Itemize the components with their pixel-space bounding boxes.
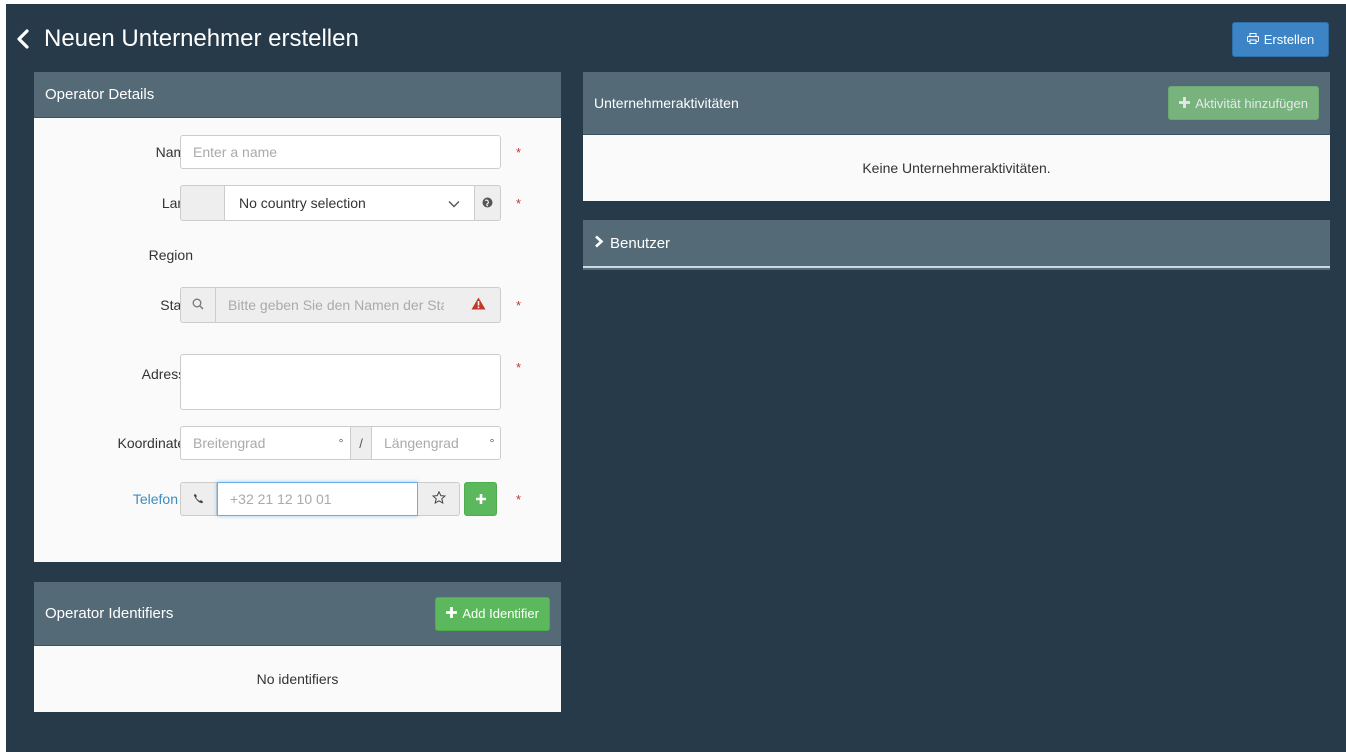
add-activity-button[interactable]: Aktivität hinzufügen xyxy=(1168,86,1319,120)
phone-label: Telefon xyxy=(132,491,178,507)
operator-identifiers-panel: Operator Identifiers Add Identifier No i… xyxy=(34,582,561,712)
phone-input-group xyxy=(180,482,497,516)
name-row: Name * xyxy=(34,135,561,169)
country-flag-addon xyxy=(180,185,225,221)
chevron-left-icon[interactable] xyxy=(16,29,32,49)
city-input-group xyxy=(180,287,501,323)
country-select[interactable]: No country selection xyxy=(225,185,475,221)
create-button[interactable]: Erstellen xyxy=(1232,22,1329,57)
address-row: Adresse * xyxy=(34,354,561,410)
required-marker: * xyxy=(516,144,522,160)
required-marker: * xyxy=(516,360,522,375)
phone-addon xyxy=(180,482,217,516)
globe-icon xyxy=(482,195,493,211)
activities-title: Unternehmeraktivitäten xyxy=(594,95,739,111)
page-title: Neuen Unternehmer erstellen xyxy=(44,25,359,52)
country-select-group: No country selection xyxy=(180,185,501,221)
country-row: Land No country selection * xyxy=(34,185,561,221)
page-header: Neuen Unternehmer erstellen xyxy=(16,20,359,58)
operator-details-header: Operator Details xyxy=(34,72,561,118)
address-textarea[interactable] xyxy=(180,354,501,410)
name-input[interactable] xyxy=(180,135,501,169)
required-marker: * xyxy=(516,491,522,507)
operator-details-title: Operator Details xyxy=(45,86,155,103)
search-icon xyxy=(192,297,204,313)
region-label: Region xyxy=(148,247,193,263)
create-button-label: Erstellen xyxy=(1263,32,1315,47)
users-title: Benutzer xyxy=(610,234,671,252)
chevron-right-icon xyxy=(594,235,604,252)
plus-icon xyxy=(446,606,458,621)
longitude-input[interactable] xyxy=(372,426,484,460)
users-panel: Benutzer xyxy=(583,220,1330,270)
add-activity-label: Aktivität hinzufügen xyxy=(1195,95,1308,111)
phone-row: Telefon * xyxy=(34,482,561,516)
city-search-addon xyxy=(180,287,216,323)
add-identifier-button[interactable]: Add Identifier xyxy=(435,596,550,631)
operator-identifiers-header: Operator Identifiers Add Identifier xyxy=(34,582,561,646)
country-selected: No country selection xyxy=(239,195,366,211)
users-header-toggle[interactable]: Benutzer xyxy=(583,220,1330,268)
city-input[interactable] xyxy=(216,287,456,323)
operator-identifiers-title: Operator Identifiers xyxy=(45,605,174,622)
activities-panel: Unternehmeraktivitäten Aktivität hinzufü… xyxy=(583,72,1330,201)
chevron-down-icon xyxy=(448,195,460,211)
city-warning-addon xyxy=(456,287,501,323)
add-identifier-label: Add Identifier xyxy=(462,606,539,621)
star-icon xyxy=(431,490,446,507)
plus-icon xyxy=(1179,96,1191,111)
phone-input[interactable] xyxy=(217,482,418,516)
coordinates-group: ° / ° xyxy=(180,426,501,460)
activities-header: Unternehmeraktivitäten Aktivität hinzufü… xyxy=(583,72,1330,135)
latitude-degree: ° xyxy=(332,426,350,460)
activities-empty-message: Keine Unternehmeraktivitäten. xyxy=(862,160,1051,176)
city-row: Stadt * xyxy=(34,287,561,323)
required-marker: * xyxy=(516,297,522,313)
add-phone-button[interactable] xyxy=(464,482,497,516)
phone-icon xyxy=(193,491,204,507)
plus-icon xyxy=(475,492,486,507)
warning-icon xyxy=(471,297,486,313)
latitude-input[interactable] xyxy=(180,426,332,460)
globe-addon[interactable] xyxy=(475,185,501,221)
favorite-phone-button[interactable] xyxy=(418,482,460,516)
region-row: Region xyxy=(34,245,561,265)
printer-icon xyxy=(1246,32,1259,47)
coordinates-row: Koordinaten ° / ° xyxy=(34,426,561,460)
coordinates-separator: / xyxy=(350,426,372,460)
required-marker: * xyxy=(516,195,522,211)
longitude-degree: ° xyxy=(484,426,501,460)
operator-details-panel: Operator Details Name * Land No country … xyxy=(34,72,561,562)
identifiers-empty-message: No identifiers xyxy=(256,671,339,687)
